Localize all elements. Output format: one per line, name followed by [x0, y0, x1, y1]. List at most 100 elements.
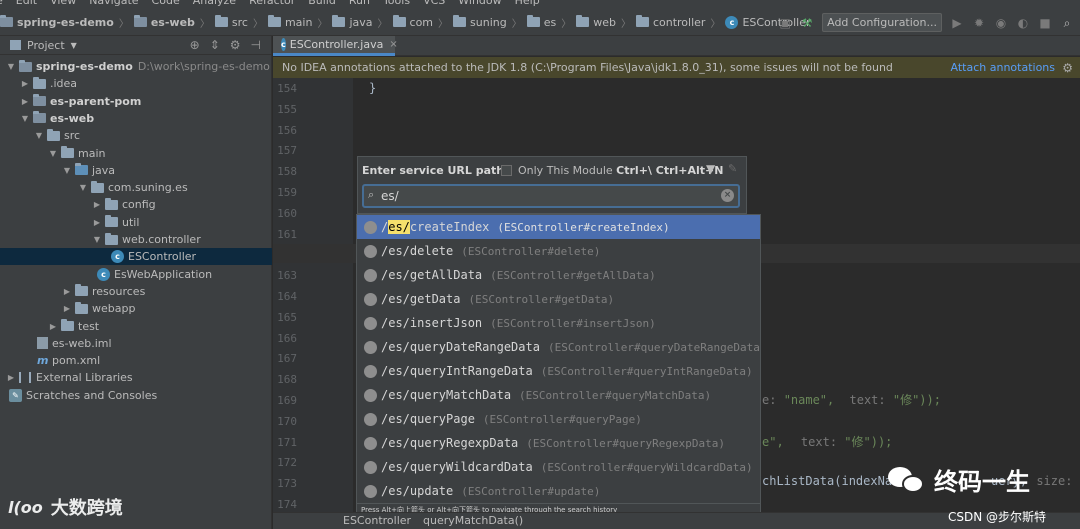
tree-node[interactable]: ▼ web.controller	[0, 231, 272, 248]
breadcrumb-item[interactable]: spring-es-demo	[0, 15, 114, 29]
search-everywhere-icon[interactable]: ⌕	[1060, 16, 1074, 30]
tree-node[interactable]: ▶ resources	[0, 283, 272, 300]
tree-node[interactable]: ▼ main	[0, 145, 272, 162]
tree-node[interactable]: ▼ es-web	[0, 110, 272, 127]
menu-item[interactable]: Navigate	[89, 0, 138, 7]
pin-icon[interactable]: ✎	[728, 162, 737, 175]
url-result-item[interactable]: /es/getData (ESController#getData)	[357, 287, 760, 311]
hide-icon[interactable]: ⊣	[251, 38, 261, 52]
menu-item[interactable]: Help	[515, 0, 540, 7]
chevron-right-icon[interactable]: ▶	[92, 200, 102, 209]
project-view-selector[interactable]: Project	[27, 39, 65, 52]
menu-item[interactable]: Analyze	[193, 0, 236, 7]
breadcrumb-item[interactable]: 〉 src	[195, 15, 248, 30]
menu-item[interactable]: Tools	[383, 0, 410, 7]
stop-icon[interactable]: ■	[1038, 16, 1052, 30]
tree-node[interactable]: ▶ es-parent-pom	[0, 93, 272, 110]
chevron-down-icon[interactable]: ▼	[92, 235, 102, 244]
url-search-input[interactable]: ⌕ es/ ×	[362, 184, 740, 208]
profile-icon[interactable]: ◐	[1016, 16, 1030, 30]
build-hammer-icon[interactable]: ⚒	[800, 16, 814, 30]
tree-node[interactable]: ▼ src	[0, 127, 272, 144]
tree-node[interactable]: ▼ com.suning.es	[0, 179, 272, 196]
chevron-down-icon[interactable]: ▼	[78, 183, 88, 192]
tree-node[interactable]: es-web.iml	[0, 335, 272, 352]
string-literal: e",	[762, 435, 784, 449]
tree-node[interactable]: ▶ webapp	[0, 300, 272, 317]
url-result-item[interactable]: /es/queryRegexpData (ESController#queryRe…	[357, 431, 760, 455]
tree-node[interactable]: ▶ .idea	[0, 75, 272, 92]
tree-node[interactable]: m pom.xml	[0, 352, 272, 369]
tree-node[interactable]: ▼ spring-es-demo D:\work\spring-es-demo	[0, 58, 272, 75]
line-number: 155	[277, 102, 297, 116]
chevron-down-icon[interactable]: ▼	[34, 131, 44, 140]
only-module-checkbox[interactable]	[501, 165, 512, 176]
breadcrumb-item[interactable]: 〉 es	[507, 15, 556, 30]
layout-icon[interactable]: ▣	[778, 16, 792, 30]
chevron-right-icon[interactable]: ▶	[62, 287, 72, 296]
menu-item[interactable]: Refactor	[249, 0, 295, 7]
debug-icon[interactable]: ✹	[972, 16, 986, 30]
url-result-item[interactable]: /es/queryPage (ESController#queryPage)	[357, 407, 760, 431]
tree-node[interactable]: ▼ java	[0, 162, 272, 179]
chevron-right-icon[interactable]: ▶	[6, 373, 16, 382]
tree-node[interactable]: ▶ test	[0, 318, 272, 335]
menu-item[interactable]: Window	[458, 0, 501, 7]
menu-item[interactable]: e	[0, 0, 3, 7]
menu-item[interactable]: Run	[349, 0, 370, 7]
chevron-right-icon[interactable]: ▶	[20, 79, 30, 88]
url-result-item[interactable]: /es/update (ESController#update)	[357, 479, 760, 503]
url-result-item[interactable]: /es/insertJson (ESController#insertJson)	[357, 311, 760, 335]
chevron-right-icon[interactable]: ▶	[62, 304, 72, 313]
url-result-item[interactable]: /es/queryMatchData (ESController#queryMat…	[357, 383, 760, 407]
run-icon[interactable]: ▶	[950, 16, 964, 30]
breadcrumb-item[interactable]: 〉 main	[248, 15, 312, 30]
attach-annotations-link[interactable]: Attach annotations	[951, 61, 1055, 74]
chevron-right-icon[interactable]: ▶	[48, 322, 58, 331]
menu-item[interactable]: VCS	[423, 0, 445, 7]
url-result-item[interactable]: /es/queryIntRangeData (ESController#query…	[357, 359, 760, 383]
chevron-right-icon[interactable]: ▶	[92, 218, 102, 227]
locate-icon[interactable]: ⊕	[190, 38, 200, 52]
tree-node[interactable]: c EsWebApplication	[0, 266, 272, 283]
menu-item[interactable]: Build	[308, 0, 336, 7]
coverage-icon[interactable]: ◉	[994, 16, 1008, 30]
tree-node[interactable]: ▶ util	[0, 214, 272, 231]
breadcrumb-item[interactable]: 〉 java	[312, 15, 373, 30]
breadcrumb-item[interactable]: 〉 suning	[433, 15, 507, 30]
breadcrumb-class[interactable]: ESController	[343, 514, 411, 527]
menu-item[interactable]: Edit	[16, 0, 37, 7]
breadcrumb-item[interactable]: 〉 controller	[616, 15, 705, 30]
breadcrumb-item[interactable]: 〉 com	[373, 15, 433, 30]
chevron-down-icon[interactable]: ▼	[6, 62, 16, 71]
url-result-item[interactable]: /es/delete (ESController#delete)	[357, 239, 760, 263]
url-result-item[interactable]: /es/queryWildcardData (ESController#query…	[357, 455, 760, 479]
tree-node[interactable]: ▶ config	[0, 196, 272, 213]
tree-node[interactable]: ▶ External Libraries	[0, 369, 272, 386]
breadcrumb-item[interactable]: 〉 es-web	[114, 15, 195, 30]
gear-icon[interactable]: ⚙	[230, 38, 241, 52]
project-header[interactable]: Project ▼ ⊕ ⇕ ⚙ ⊣	[0, 36, 271, 55]
tree-node[interactable]: ✎ Scratches and Consoles	[0, 387, 272, 404]
collapse-icon[interactable]: ⇕	[210, 38, 220, 52]
url-result-item[interactable]: /es/queryDateRangeData (ESController#quer…	[357, 335, 760, 359]
tree-node[interactable]: c ESController	[0, 248, 272, 266]
breadcrumb-item[interactable]: 〉 web	[556, 15, 616, 30]
chevron-down-icon[interactable]: ▼	[20, 114, 30, 123]
url-result-item[interactable]: /es/getAllData (ESController#getAllData)	[357, 263, 760, 287]
menu-item[interactable]: View	[50, 0, 76, 7]
chevron-right-icon[interactable]: ▶	[20, 97, 30, 106]
add-configuration-button[interactable]: Add Configuration...	[822, 13, 942, 32]
gear-icon[interactable]: ⚙	[1062, 61, 1073, 75]
chevron-down-icon[interactable]: ▼	[62, 166, 72, 175]
url-result-item[interactable]: /es/createIndex (ESController#createIndex…	[357, 215, 760, 239]
chevron-down-icon[interactable]: ▼	[71, 41, 77, 50]
menu-item[interactable]: Code	[152, 0, 180, 7]
filter-icon[interactable]: ▼	[706, 162, 715, 176]
chevron-down-icon[interactable]: ▼	[48, 149, 58, 158]
breadcrumb-method[interactable]: queryMatchData()	[423, 514, 523, 527]
close-icon[interactable]: ×	[389, 39, 397, 50]
only-module-label[interactable]: Only This Module Ctrl+\ Ctrl+Alt+N	[518, 164, 723, 177]
clear-icon[interactable]: ×	[721, 189, 734, 202]
tab-escontroller[interactable]: c ESController.java ×	[273, 36, 398, 56]
